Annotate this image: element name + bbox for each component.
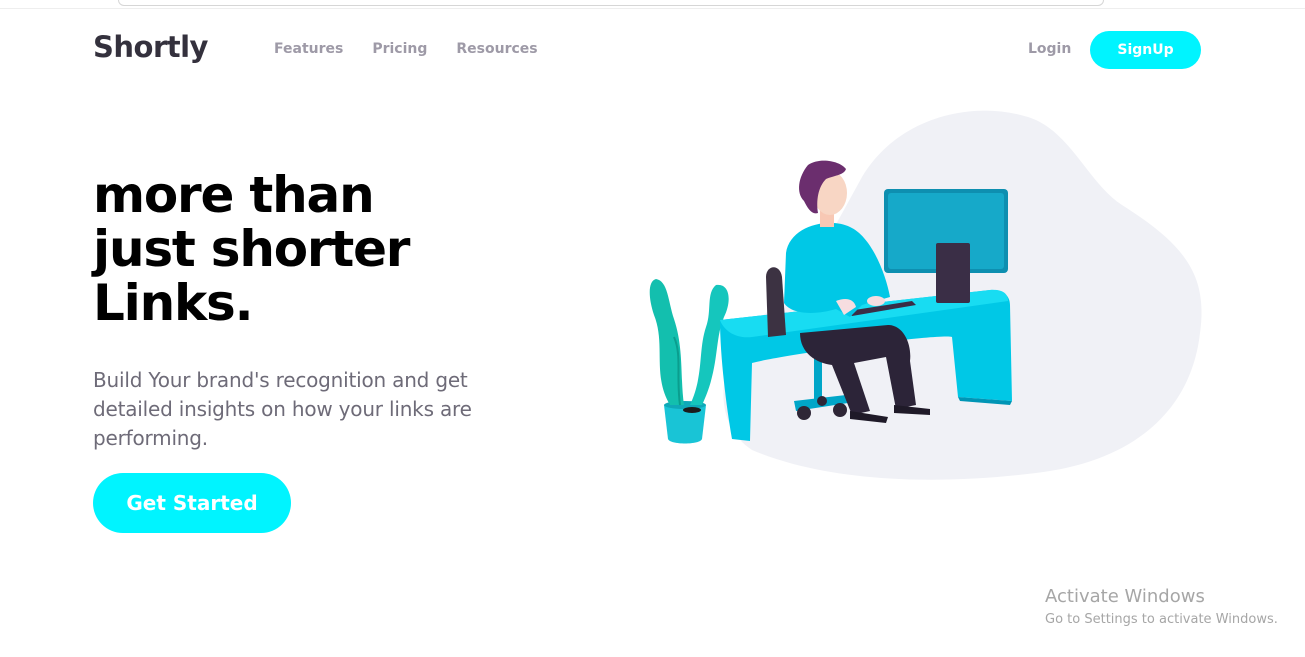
watermark-subtitle: Go to Settings to activate Windows. bbox=[1045, 612, 1278, 627]
browser-top-strip bbox=[0, 0, 1305, 9]
chair-back bbox=[766, 267, 786, 337]
person-working-illustration bbox=[649, 110, 1202, 480]
windows-activation-watermark: Activate Windows Go to Settings to activ… bbox=[1045, 586, 1278, 630]
hero-title-line-2: just shorter bbox=[93, 220, 410, 278]
hero-description: Build Your brand's recognition and get d… bbox=[93, 368, 472, 450]
logo[interactable]: Shortly bbox=[93, 28, 208, 66]
hero-title-line-3: Links. bbox=[93, 274, 254, 332]
hero-title-line-1: more than bbox=[93, 166, 375, 224]
login-link[interactable]: Login bbox=[1028, 40, 1071, 58]
signup-button[interactable]: SignUp bbox=[1090, 31, 1201, 69]
hero-title: more than just shorter Links. bbox=[93, 168, 513, 330]
nav-link-features[interactable]: Features bbox=[274, 40, 343, 58]
nav-link-pricing[interactable]: Pricing bbox=[372, 40, 427, 58]
address-bar[interactable] bbox=[118, 0, 1104, 6]
main-nav: Features Pricing Resources bbox=[274, 40, 538, 58]
nav-link-resources[interactable]: Resources bbox=[456, 40, 537, 58]
get-started-button[interactable]: Get Started bbox=[93, 473, 291, 533]
watermark-title: Activate Windows bbox=[1045, 586, 1205, 607]
